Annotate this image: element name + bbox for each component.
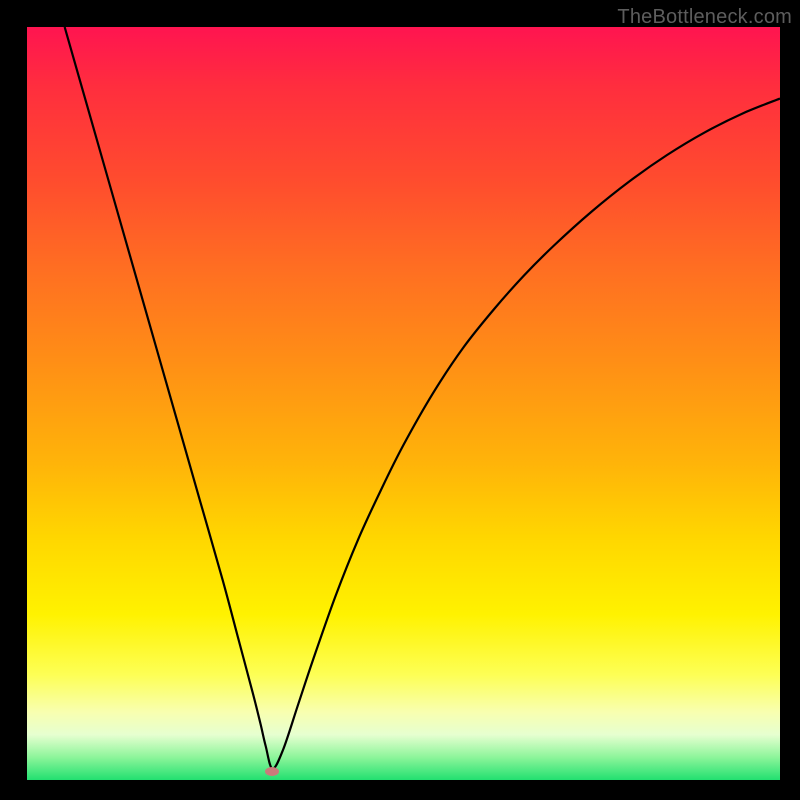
- chart-frame: TheBottleneck.com: [0, 0, 800, 800]
- watermark-text: TheBottleneck.com: [617, 6, 792, 29]
- plot-area: [27, 27, 780, 780]
